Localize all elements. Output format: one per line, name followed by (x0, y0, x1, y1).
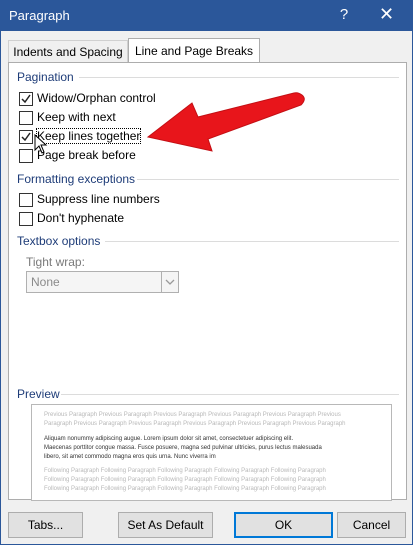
dialog-title: Paragraph (9, 8, 70, 23)
tab-strip: Indents and Spacing Line and Page Breaks (1, 31, 412, 64)
preview-heading: Preview (17, 387, 60, 401)
keep-with-next-checkbox[interactable] (19, 111, 33, 125)
set-as-default-button[interactable]: Set As Default (118, 512, 213, 538)
suppress-line-numbers-label: Suppress line numbers (37, 192, 160, 206)
preview-divider (61, 394, 399, 395)
tab-line-and-page-breaks[interactable]: Line and Page Breaks (128, 38, 260, 64)
tab-indents-and-spacing[interactable]: Indents and Spacing (8, 40, 128, 63)
preview-sample-line: Maecenas porttitor congue massa. Fusce p… (44, 445, 322, 451)
help-button[interactable]: ? (337, 6, 351, 23)
tight-wrap-label: Tight wrap: (26, 255, 85, 269)
dropdown-button[interactable] (161, 272, 178, 292)
textbox-options-heading: Textbox options (17, 234, 101, 248)
page-break-before-checkbox[interactable] (19, 149, 33, 163)
textbox-options-divider (105, 241, 399, 242)
page-break-before-label: Page break before (37, 148, 136, 162)
preview-following-line: Following Paragraph Following Paragraph … (44, 477, 326, 483)
keep-with-next-label: Keep with next (37, 110, 116, 124)
pagination-heading: Pagination (17, 70, 74, 84)
preview-sample-line: Aliquam nonummy adipiscing augue. Lorem … (44, 436, 294, 442)
preview-box: Previous Paragraph Previous Paragraph Pr… (31, 404, 392, 501)
checkmark-icon (21, 132, 31, 142)
pagination-divider (79, 77, 399, 78)
title-bar[interactable]: Paragraph ? ✕ (1, 1, 412, 31)
suppress-line-numbers-checkbox[interactable] (19, 193, 33, 207)
keep-lines-together-label: Keep lines together (35, 128, 142, 144)
preview-sample-line: libero, sit amet commodo magna eros quis… (44, 454, 216, 460)
tabs-button[interactable]: Tabs... (8, 512, 83, 538)
preview-previous-line: Paragraph Previous Paragraph Previous Pa… (44, 421, 346, 427)
dont-hyphenate-label: Don't hyphenate (37, 211, 125, 225)
red-arrow-annotation (146, 92, 305, 152)
preview-following-line: Following Paragraph Following Paragraph … (44, 468, 326, 474)
tight-wrap-select[interactable]: None (26, 271, 179, 293)
keep-lines-together-checkbox[interactable] (19, 130, 33, 144)
ok-button[interactable]: OK (234, 512, 333, 538)
dont-hyphenate-checkbox[interactable] (19, 212, 33, 226)
cancel-button[interactable]: Cancel (337, 512, 406, 538)
formatting-exceptions-divider (137, 179, 399, 180)
close-button[interactable]: ✕ (379, 4, 394, 25)
checkmark-icon (21, 94, 31, 104)
mouse-cursor-icon (34, 134, 48, 154)
chevron-down-icon (165, 279, 175, 285)
preview-following-line: Following Paragraph Following Paragraph … (44, 486, 326, 492)
paragraph-dialog: Paragraph ? ✕ Indents and Spacing Line a… (0, 0, 413, 545)
widow-orphan-checkbox[interactable] (19, 92, 33, 106)
tight-wrap-value: None (31, 275, 60, 289)
preview-previous-line: Previous Paragraph Previous Paragraph Pr… (44, 412, 341, 418)
formatting-exceptions-heading: Formatting exceptions (17, 172, 136, 186)
